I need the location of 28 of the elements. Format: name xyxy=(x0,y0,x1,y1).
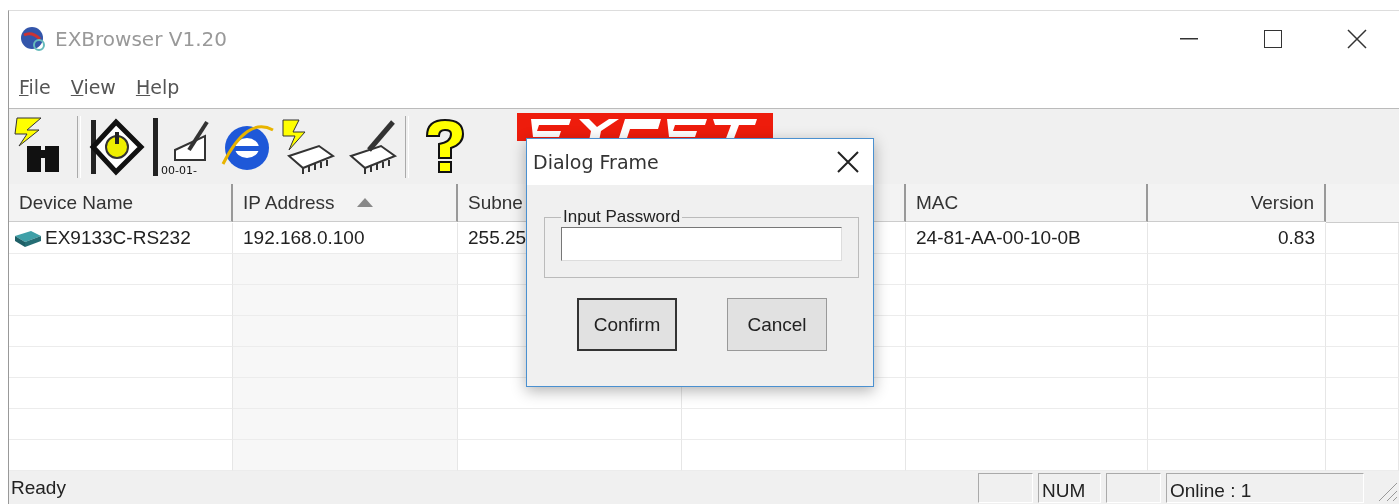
maximize-icon xyxy=(1264,29,1282,48)
status-panel xyxy=(1106,473,1161,503)
table-cell: EX9133C-RS232 xyxy=(9,223,233,254)
status-panel xyxy=(978,473,1033,503)
globe-icon xyxy=(19,24,47,53)
table-cell: 24-81-AA-00-10-0B xyxy=(906,223,1148,254)
num-lock-indicator: NUM xyxy=(1038,473,1101,503)
menu-item[interactable]: Help xyxy=(129,74,186,100)
menu-item[interactable]: View xyxy=(64,74,122,100)
online-count: Online : 1 xyxy=(1166,473,1364,503)
menu-item[interactable]: File xyxy=(13,74,57,100)
table-cell: 0.83 xyxy=(1148,223,1326,254)
sort-arrow-icon xyxy=(356,198,373,207)
minimize-icon xyxy=(1180,37,1198,40)
password-field[interactable] xyxy=(561,227,842,261)
column-header[interactable]: IP Address xyxy=(233,184,458,222)
status-text: Ready xyxy=(11,477,66,499)
dialog-title: Dialog Frame xyxy=(533,151,659,173)
column-header[interactable]: Version xyxy=(1148,184,1326,222)
dialog-button[interactable]: Cancel xyxy=(727,298,827,351)
window-title: EXBrowser V1.20 xyxy=(55,26,227,51)
device-icon xyxy=(13,228,43,248)
dialog-button[interactable]: Confirm xyxy=(577,298,677,351)
close-icon xyxy=(837,151,859,173)
column-header[interactable]: MAC xyxy=(906,184,1148,222)
close-icon xyxy=(1347,28,1367,49)
column-header[interactable]: Device Name xyxy=(9,184,233,222)
table-cell: 192.168.0.100 xyxy=(233,223,458,254)
